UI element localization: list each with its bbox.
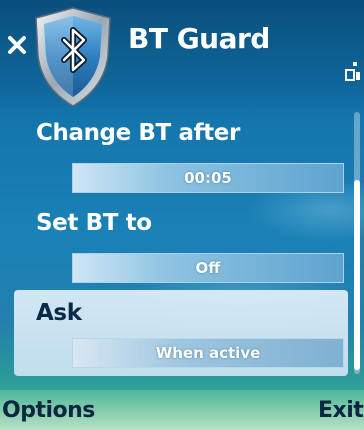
close-icon[interactable] <box>6 34 28 56</box>
setting-label-set-bt-to: Set BT to <box>36 210 152 236</box>
setting-label-ask: Ask <box>36 300 82 326</box>
setting-value-text: When active <box>155 344 261 362</box>
setting-value-text: Off <box>195 259 221 277</box>
scrollbar-thumb[interactable] <box>354 180 360 370</box>
setting-label-change-bt-after: Change BT after <box>36 120 240 146</box>
bluetooth-shield-icon <box>35 7 111 107</box>
exit-softkey[interactable]: Exit <box>318 398 364 423</box>
signal-icon <box>345 62 360 81</box>
setting-value-text: 00:05 <box>184 169 232 187</box>
screen: BT Guard Change BT after 00:05 Set BT to… <box>0 0 364 430</box>
options-softkey[interactable]: Options <box>2 398 95 423</box>
setting-row-ask-selected[interactable]: Ask When active <box>14 290 348 376</box>
setting-value-change-bt-after[interactable]: 00:05 <box>72 163 344 193</box>
setting-value-set-bt-to[interactable]: Off <box>72 253 344 283</box>
setting-value-ask[interactable]: When active <box>72 338 344 368</box>
app-title: BT Guard <box>128 22 270 55</box>
